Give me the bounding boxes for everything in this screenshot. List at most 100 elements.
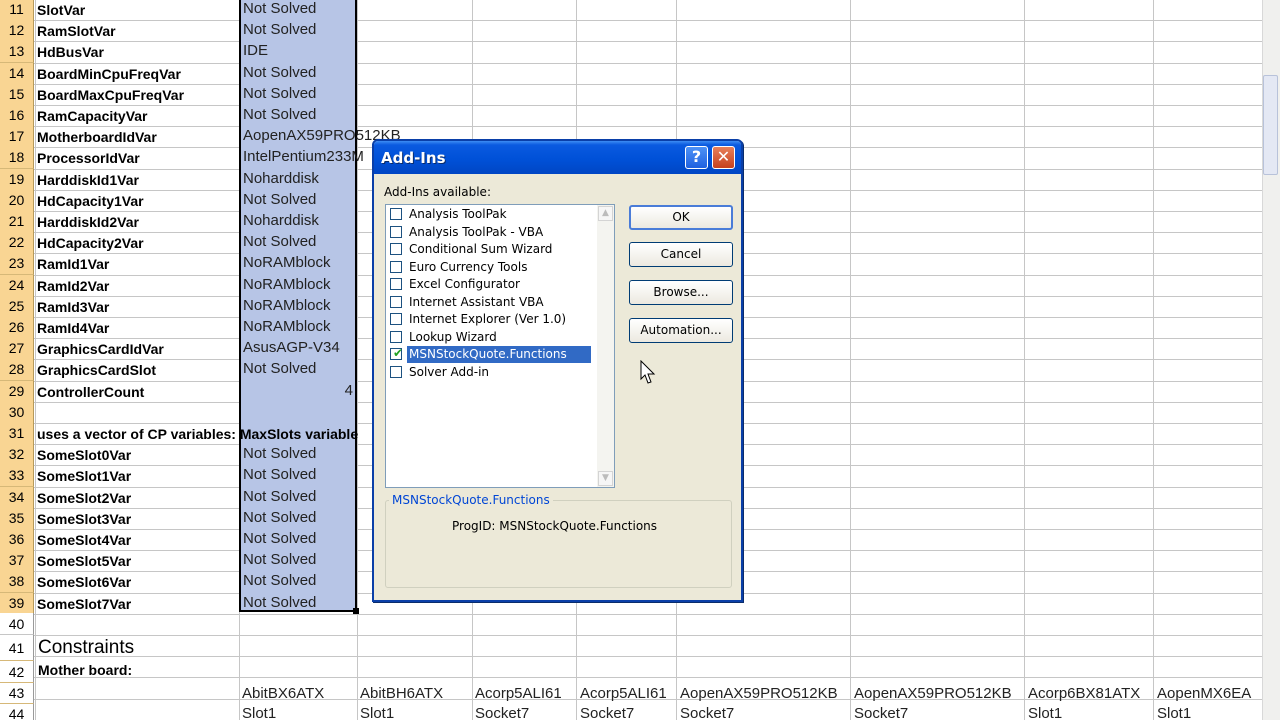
board-slot-cell[interactable]: Socket7: [680, 705, 734, 720]
variable-value-cell[interactable]: Not Solved: [243, 594, 316, 611]
row-header[interactable]: 36: [0, 529, 34, 551]
row-header[interactable]: 31: [0, 423, 34, 445]
row-header[interactable]: 18: [0, 147, 34, 169]
cancel-button[interactable]: Cancel: [629, 242, 733, 267]
row-header[interactable]: 26: [0, 317, 34, 339]
row-header[interactable]: 23: [0, 253, 34, 275]
row-header[interactable]: 32: [0, 444, 34, 466]
variable-name-cell[interactable]: GraphicsCardIdVar: [37, 341, 164, 357]
add-in-checkbox[interactable]: [390, 260, 402, 273]
add-in-item[interactable]: Conditional Sum Wizard: [389, 241, 593, 258]
variable-value-cell[interactable]: NoRAMblock: [243, 297, 331, 314]
variable-value-cell[interactable]: IntelPentium233M: [243, 148, 364, 165]
board-name-cell[interactable]: Acorp5ALI61: [475, 685, 562, 702]
variable-name-cell[interactable]: SomeSlot2Var: [37, 490, 131, 506]
dialog-title-bar[interactable]: Add-Ins ? ✕: [374, 141, 741, 174]
add-in-checkbox[interactable]: [390, 208, 402, 220]
board-slot-cell[interactable]: Socket7: [854, 705, 908, 720]
row-header[interactable]: 28: [0, 359, 34, 381]
variable-name-cell[interactable]: MotherboardIdVar: [37, 129, 157, 145]
variable-name-cell[interactable]: RamId3Var: [37, 299, 109, 315]
add-in-checkbox[interactable]: [390, 313, 402, 325]
variable-value-cell[interactable]: Not Solved: [243, 85, 316, 102]
row-header[interactable]: 40: [0, 613, 34, 635]
board-slot-cell[interactable]: Slot1: [242, 705, 276, 720]
scroll-up-icon[interactable]: ▲: [598, 206, 613, 221]
variable-name-cell[interactable]: BoardMinCpuFreqVar: [37, 66, 181, 82]
add-in-item[interactable]: Solver Add-in: [389, 364, 593, 381]
row-header[interactable]: 38: [0, 571, 34, 593]
motherboard-label[interactable]: Mother board:: [38, 662, 132, 678]
row-header[interactable]: 33: [0, 465, 34, 487]
row-header[interactable]: 15: [0, 84, 34, 106]
vertical-scrollbar-thumb[interactable]: [1263, 75, 1278, 175]
board-slot-cell[interactable]: Slot1: [1028, 705, 1062, 720]
variable-value-cell[interactable]: Not Solved: [243, 445, 316, 462]
board-name-cell[interactable]: Acorp5ALI61: [580, 685, 667, 702]
board-slot-cell[interactable]: Socket7: [580, 705, 634, 720]
variable-name-cell[interactable]: SomeSlot4Var: [37, 532, 131, 548]
variable-value-cell[interactable]: Not Solved: [243, 64, 316, 81]
variable-name-cell[interactable]: HdCapacity1Var: [37, 193, 144, 209]
automation-button[interactable]: Automation...: [629, 318, 733, 343]
variable-value-cell[interactable]: NoRAMblock: [243, 318, 331, 335]
constraints-heading[interactable]: Constraints: [38, 637, 134, 659]
variable-value-cell[interactable]: Not Solved: [243, 0, 316, 17]
row-header[interactable]: 17: [0, 126, 34, 148]
add-in-item[interactable]: Analysis ToolPak - VBA: [389, 224, 593, 241]
variable-name-cell[interactable]: uses a vector of CP variables: MaxSlots …: [37, 426, 358, 442]
add-in-item[interactable]: ✔ MSNStockQuote.Functions: [389, 346, 593, 363]
add-in-item[interactable]: Lookup Wizard: [389, 329, 593, 346]
board-name-cell[interactable]: AopenAX59PRO512KB: [680, 685, 838, 702]
variable-name-cell[interactable]: HarddiskId2Var: [37, 214, 139, 230]
variable-name-cell[interactable]: RamCapacityVar: [37, 108, 148, 124]
variable-value-cell[interactable]: IDE: [243, 42, 268, 59]
variable-name-cell[interactable]: SomeSlot0Var: [37, 447, 131, 463]
variable-name-cell[interactable]: HdBusVar: [37, 44, 104, 60]
variable-value-cell[interactable]: Not Solved: [243, 21, 316, 38]
row-header[interactable]: 16: [0, 105, 34, 127]
variable-name-cell[interactable]: SomeSlot3Var: [37, 511, 131, 527]
variable-name-cell[interactable]: ControllerCount: [37, 384, 144, 400]
variable-name-cell[interactable]: SomeSlot6Var: [37, 574, 131, 590]
row-header[interactable]: 41: [0, 635, 34, 661]
variable-value-cell[interactable]: Not Solved: [243, 509, 316, 526]
row-header[interactable]: 37: [0, 550, 34, 572]
variable-value-cell[interactable]: Not Solved: [243, 360, 316, 377]
add-ins-listbox[interactable]: ▲ ▼ Analysis ToolPak Analysis ToolPak - V…: [385, 204, 615, 488]
variable-value-cell[interactable]: Not Solved: [243, 466, 316, 483]
board-slot-cell[interactable]: Socket7: [475, 705, 529, 720]
board-slot-cell[interactable]: Slot1: [360, 705, 394, 720]
row-header[interactable]: 39: [0, 593, 34, 615]
variable-value-cell[interactable]: Not Solved: [243, 488, 316, 505]
variable-value-cell[interactable]: Not Solved: [243, 572, 316, 589]
scroll-down-icon[interactable]: ▼: [598, 471, 613, 486]
row-header[interactable]: 43: [0, 683, 34, 704]
variable-value-cell[interactable]: NoRAMblock: [243, 254, 331, 271]
row-header[interactable]: 34: [0, 487, 34, 509]
variable-value-cell[interactable]: Not Solved: [243, 233, 316, 250]
add-in-item[interactable]: Excel Configurator: [389, 276, 593, 293]
help-button[interactable]: ?: [685, 146, 708, 169]
variable-name-cell[interactable]: RamId2Var: [37, 278, 109, 294]
add-in-checkbox[interactable]: [390, 225, 402, 238]
row-header[interactable]: 22: [0, 232, 34, 254]
variable-name-cell[interactable]: SomeSlot1Var: [37, 468, 131, 484]
variable-value-cell[interactable]: 4: [240, 382, 353, 399]
row-header[interactable]: 11: [0, 0, 34, 21]
variable-value-cell[interactable]: Not Solved: [243, 106, 316, 123]
row-header[interactable]: 25: [0, 296, 34, 318]
close-button[interactable]: ✕: [712, 146, 735, 169]
variable-name-cell[interactable]: GraphicsCardSlot: [37, 362, 156, 378]
row-header[interactable]: 14: [0, 63, 34, 85]
board-name-cell[interactable]: AbitBX6ATX: [242, 685, 324, 702]
board-name-cell[interactable]: AbitBH6ATX: [360, 685, 443, 702]
add-in-item[interactable]: Analysis ToolPak: [389, 206, 593, 223]
variable-name-cell[interactable]: ProcessorIdVar: [37, 150, 140, 166]
add-in-checkbox[interactable]: [390, 365, 402, 378]
variable-name-cell[interactable]: RamId1Var: [37, 256, 109, 272]
variable-name-cell[interactable]: SomeSlot5Var: [37, 553, 131, 569]
variable-value-cell[interactable]: Not Solved: [243, 191, 316, 208]
board-name-cell[interactable]: Acorp6BX81ATX: [1028, 685, 1140, 702]
variable-name-cell[interactable]: HarddiskId1Var: [37, 172, 139, 188]
